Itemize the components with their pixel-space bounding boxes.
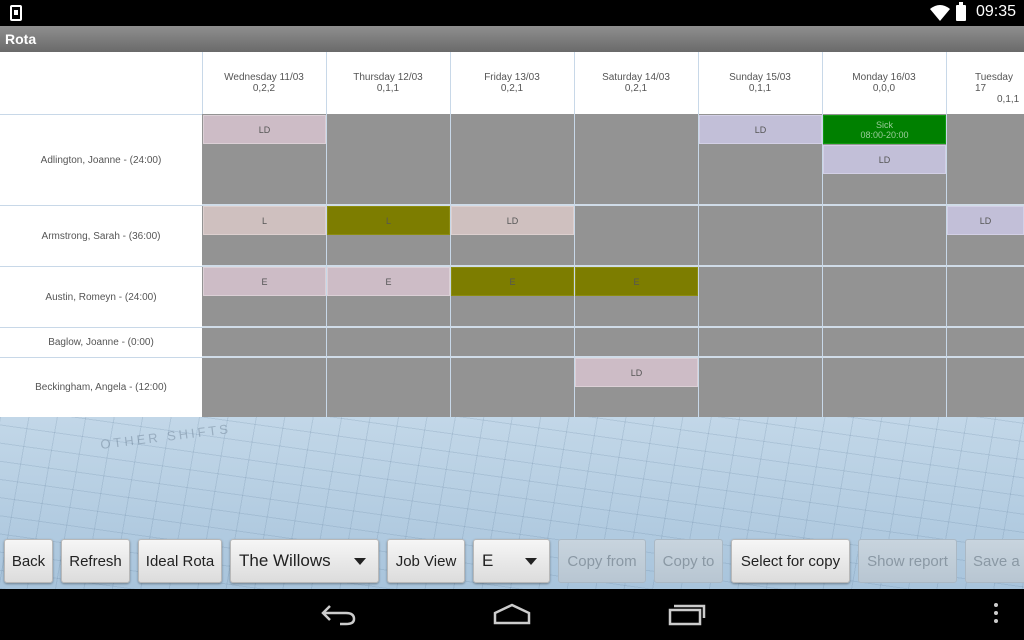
day-counts: 0,1,1 [376, 83, 400, 94]
show-report-button[interactable]: Show report [858, 539, 957, 583]
job-view-button[interactable]: Job View [387, 539, 465, 583]
column-divider [946, 114, 947, 417]
day-header[interactable]: Thursday 12/03 0,1,1 [326, 52, 449, 114]
day-header[interactable]: Friday 13/03 0,2,1 [450, 52, 573, 114]
back-nav-icon[interactable] [320, 602, 358, 626]
clock: 09:35 [975, 3, 1016, 20]
refresh-button[interactable]: Refresh [61, 539, 130, 583]
wifi-icon [930, 5, 950, 21]
shift-block[interactable]: LD [451, 206, 574, 235]
dropdown-arrow-icon [525, 557, 537, 565]
day-date: Wednesday 11/03 [224, 72, 304, 83]
day-counts: 0,0,0 [872, 83, 896, 94]
shift-block[interactable]: E [451, 267, 574, 296]
job-value: E [482, 551, 494, 570]
shift-block[interactable]: LD [823, 145, 946, 174]
copy-to-button[interactable]: Copy to [654, 539, 723, 583]
home-nav-icon[interactable] [492, 602, 532, 626]
column-divider [450, 114, 451, 417]
shift-block[interactable]: L [327, 206, 450, 235]
shift-block[interactable]: E [575, 267, 698, 296]
day-header[interactable]: Saturday 14/03 0,2,1 [574, 52, 697, 114]
overflow-menu-icon[interactable] [992, 603, 1000, 627]
save-button[interactable]: Save a [965, 539, 1024, 583]
rota-grid: Adlington, Joanne - (24:00) Armstrong, S… [0, 52, 1024, 417]
day-counts: 0,2,2 [252, 83, 276, 94]
dropdown-arrow-icon [354, 557, 366, 565]
shift-block[interactable]: E [203, 267, 326, 296]
day-counts: 0,2,1 [500, 83, 524, 94]
shift-block[interactable]: E [327, 267, 450, 296]
day-date: Tuesday 17 [975, 72, 1013, 94]
day-header[interactable]: Sunday 15/03 0,1,1 [698, 52, 821, 114]
day-counts: 0,2,1 [624, 83, 648, 94]
staff-column: Adlington, Joanne - (24:00) Armstrong, S… [0, 52, 203, 417]
system-nav-bar [0, 589, 1024, 640]
shift-block[interactable]: L [203, 206, 326, 235]
job-dropdown[interactable]: E [473, 539, 550, 583]
day-counts: 0,1,1 [748, 83, 772, 94]
staff-name[interactable]: Beckingham, Angela - (12:00) [0, 357, 202, 417]
battery-icon [956, 2, 966, 21]
copy-from-button[interactable]: Copy from [558, 539, 646, 583]
column-divider [698, 114, 699, 417]
shift-label: Sick [875, 119, 893, 130]
shift-time: 08:00-20:00 [860, 129, 909, 140]
day-header[interactable]: Monday 16/03 0,0,0 [822, 52, 945, 114]
day-header[interactable]: Wednesday 11/03 0,2,2 [202, 52, 325, 114]
staff-name[interactable]: Austin, Romeyn - (24:00) [0, 266, 202, 327]
action-bar: Rota [0, 26, 1024, 52]
rota-content: OTHER SHIFTS Adlington, Joanne - (24:00)… [0, 52, 1024, 589]
column-divider [326, 114, 327, 417]
recent-apps-icon[interactable] [666, 602, 706, 626]
staff-name[interactable]: Baglow, Joanne - (0:00) [0, 327, 202, 357]
shift-block[interactable]: LD [575, 358, 698, 387]
shift-block[interactable]: LD [947, 206, 1024, 235]
select-for-copy-button[interactable]: Select for copy [731, 539, 850, 583]
staff-name[interactable]: Armstrong, Sarah - (36:00) [0, 205, 202, 266]
staff-name[interactable]: Adlington, Joanne - (24:00) [0, 114, 202, 205]
day-date: Thursday 12/03 [353, 72, 423, 83]
ideal-rota-button[interactable]: Ideal Rota [138, 539, 222, 583]
day-counts: 0,1,1 [997, 94, 1020, 105]
day-date: Monday 16/03 [852, 72, 916, 83]
background-watermark: OTHER SHIFTS [99, 421, 232, 452]
back-button[interactable]: Back [4, 539, 53, 583]
day-date: Sunday 15/03 [729, 72, 791, 83]
day-date: Saturday 14/03 [602, 72, 670, 83]
shift-block[interactable]: LD [699, 115, 822, 144]
day-header-row: Wednesday 11/03 0,2,2 Thursday 12/03 0,1… [202, 52, 1024, 114]
app-title: Rota [5, 31, 37, 47]
status-bar: 09:35 [0, 0, 1024, 26]
location-dropdown[interactable]: The Willows [230, 539, 379, 583]
download-notification-icon [10, 5, 22, 21]
location-value: The Willows [239, 551, 331, 570]
day-header[interactable]: Tuesday 17 0,1,1 [946, 52, 1024, 114]
shift-block[interactable]: LD [203, 115, 326, 144]
day-date: Friday 13/03 [484, 72, 540, 83]
sick-shift-block[interactable]: Sick 08:00-20:00 [823, 115, 946, 144]
